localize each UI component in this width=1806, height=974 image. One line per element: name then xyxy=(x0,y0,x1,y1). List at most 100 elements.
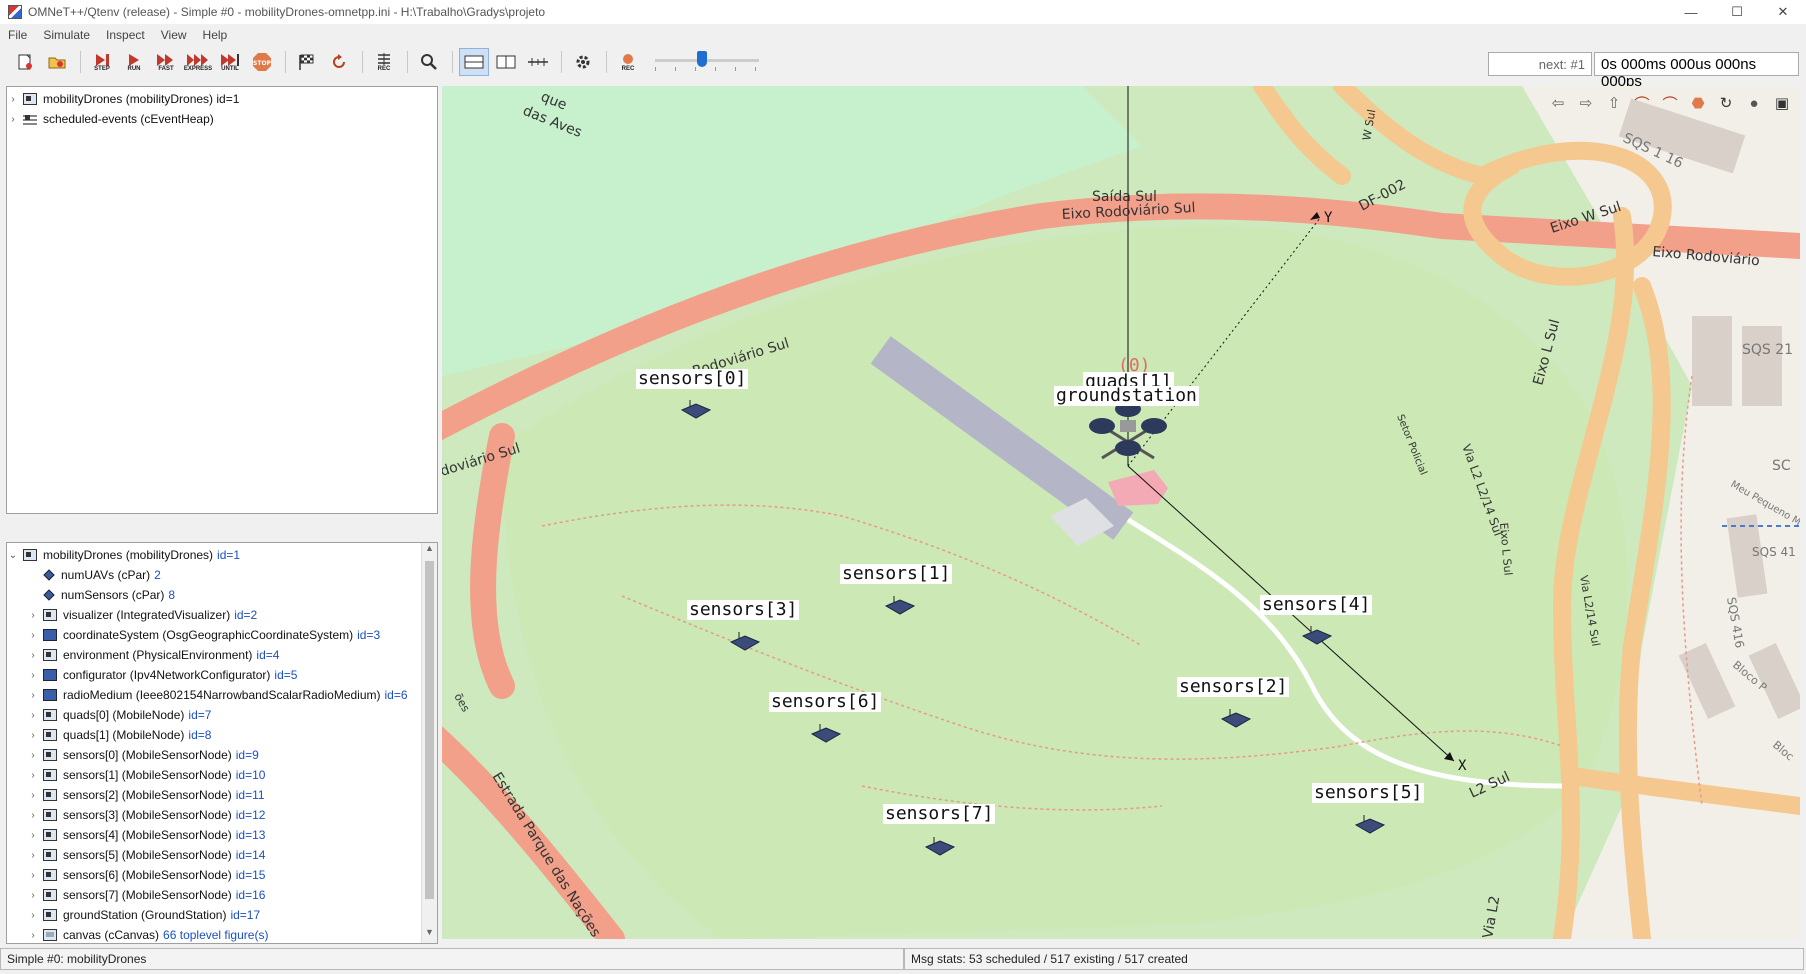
sensor-5-label[interactable]: sensors[5] xyxy=(1312,783,1425,803)
scroll-up-icon[interactable]: ▲ xyxy=(422,543,437,559)
sensor-node-icon[interactable] xyxy=(1352,813,1388,835)
globe-view-icon[interactable]: ● xyxy=(1740,92,1768,114)
step-button[interactable]: STEP xyxy=(87,48,117,76)
chevron-right-icon[interactable]: › xyxy=(27,650,39,661)
find-objects-button[interactable] xyxy=(414,48,444,76)
finish-simulation-button[interactable] xyxy=(292,48,322,76)
layout-horizontal-button[interactable] xyxy=(459,48,489,76)
event-recording-button[interactable]: REC xyxy=(369,48,399,76)
run-button[interactable]: RUN xyxy=(119,48,149,76)
sensor-2-label[interactable]: sensors[2] xyxy=(1177,677,1290,697)
forward-arrow-icon[interactable]: ⇨ xyxy=(1572,92,1600,114)
maximize-button[interactable]: ☐ xyxy=(1714,0,1760,24)
new-run-button[interactable] xyxy=(10,48,40,76)
inspector-row[interactable]: › sensors[3] (MobileSensorNode) id=12 xyxy=(7,805,419,825)
up-arrow-icon[interactable]: ⇧ xyxy=(1600,92,1628,114)
sensor-6-label[interactable]: sensors[6] xyxy=(769,692,882,712)
back-arrow-icon[interactable]: ⇦ xyxy=(1544,92,1572,114)
chevron-right-icon[interactable]: › xyxy=(27,610,39,621)
inspector-row[interactable]: › sensors[7] (MobileSensorNode) id=16 xyxy=(7,885,419,905)
chevron-right-icon[interactable]: › xyxy=(27,730,39,741)
zoom-in-icon[interactable]: ⌒ xyxy=(1628,92,1656,114)
animation-speed-slider[interactable] xyxy=(655,49,759,75)
inspector-row[interactable]: › groundStation (GroundStation) id=17 xyxy=(7,905,419,925)
chevron-right-icon[interactable]: › xyxy=(7,114,19,125)
fast-run-button[interactable]: FAST xyxy=(151,48,181,76)
groundstation-label[interactable]: groundstation xyxy=(1054,386,1199,406)
inspector-row[interactable]: › canvas (cCanvas) 66 toplevel figure(s) xyxy=(7,925,419,943)
tree-item-scheduled-events[interactable]: › scheduled-events (cEventHeap) xyxy=(7,109,437,129)
video-recording-button[interactable]: REC xyxy=(613,48,643,76)
menu-simulate[interactable]: Simulate xyxy=(35,26,98,46)
chevron-right-icon[interactable]: › xyxy=(27,870,39,881)
slider-thumb[interactable] xyxy=(696,51,707,67)
tree-item-mobilitydrones[interactable]: › mobilityDrones (mobilityDrones) id=1 xyxy=(7,89,437,109)
timeline-toggle-button[interactable] xyxy=(523,48,553,76)
inspector-row[interactable]: › sensors[5] (MobileSensorNode) id=14 xyxy=(7,845,419,865)
sensor-7-label[interactable]: sensors[7] xyxy=(883,804,996,824)
inspector-row[interactable]: › quads[1] (MobileNode) id=8 xyxy=(7,725,419,745)
menu-file[interactable]: File xyxy=(0,26,35,46)
menu-view[interactable]: View xyxy=(153,26,195,46)
sensor-3-label[interactable]: sensors[3] xyxy=(687,600,800,620)
inspector-row[interactable]: › sensors[4] (MobileSensorNode) id=13 xyxy=(7,825,419,845)
scrollbar-thumb[interactable] xyxy=(425,561,434,899)
inspector-row[interactable]: › configurator (Ipv4NetworkConfigurator) i… xyxy=(7,665,419,685)
chevron-right-icon[interactable]: › xyxy=(27,930,39,941)
sensor-node-icon[interactable] xyxy=(882,594,918,616)
inspector-row[interactable]: › coordinateSystem (OsgGeographicCoordina… xyxy=(7,625,419,645)
run-until-button[interactable]: UNTIL xyxy=(215,48,245,76)
chevron-right-icon[interactable]: › xyxy=(27,770,39,781)
sensor-node-icon[interactable] xyxy=(1218,707,1254,729)
sensor-1-label[interactable]: sensors[1] xyxy=(840,564,953,584)
chevron-right-icon[interactable]: › xyxy=(27,890,39,901)
inspector-row[interactable]: › quads[0] (MobileNode) id=7 xyxy=(7,705,419,725)
inspector-row[interactable]: numUAVs (cPar) 2 xyxy=(7,565,419,585)
chevron-right-icon[interactable]: › xyxy=(27,690,39,701)
layout-vertical-button[interactable] xyxy=(491,48,521,76)
module-view-icon[interactable]: ▣ xyxy=(1768,92,1796,114)
inspector-row[interactable]: › sensors[6] (MobileSensorNode) id=15 xyxy=(7,865,419,885)
menu-help[interactable]: Help xyxy=(195,26,236,46)
sensor-node-icon[interactable] xyxy=(1299,624,1335,646)
zoom-out-icon[interactable]: ⌒ xyxy=(1656,92,1684,114)
inspector-row[interactable]: › sensors[1] (MobileSensorNode) id=10 xyxy=(7,765,419,785)
network-canvas[interactable]: Eixo Rodoviário Sul Eixo Rodoviário Sul … xyxy=(442,86,1800,939)
sensor-0-label[interactable]: sensors[0] xyxy=(636,369,749,389)
sensor-node-icon[interactable] xyxy=(922,835,958,857)
minimize-button[interactable]: — xyxy=(1668,0,1714,24)
inspector-row[interactable]: numSensors (cPar) 8 xyxy=(7,585,419,605)
chevron-right-icon[interactable]: › xyxy=(27,810,39,821)
chevron-right-icon[interactable]: › xyxy=(27,670,39,681)
sensor-node-icon[interactable] xyxy=(727,630,763,652)
preferences-button[interactable] xyxy=(568,48,598,76)
inspector-row[interactable]: › sensors[2] (MobileSensorNode) id=11 xyxy=(7,785,419,805)
sensor-node-icon[interactable] xyxy=(808,722,844,744)
chevron-right-icon[interactable]: › xyxy=(27,830,39,841)
close-button[interactable]: ✕ xyxy=(1760,0,1806,24)
inspector-row[interactable]: ⌄ mobilityDrones (mobilityDrones) id=1 xyxy=(7,545,419,565)
stop-button[interactable]: STOP xyxy=(247,48,277,76)
sensor-4-label[interactable]: sensors[4] xyxy=(1260,595,1373,615)
express-run-button[interactable]: EXPRESS xyxy=(183,48,213,76)
inspector-row[interactable]: › sensors[0] (MobileSensorNode) id=9 xyxy=(7,745,419,765)
inspector-row[interactable]: › visualizer (IntegratedVisualizer) id=2 xyxy=(7,605,419,625)
load-ned-button[interactable] xyxy=(42,48,72,76)
rebuild-network-button[interactable] xyxy=(324,48,354,76)
redraw-icon[interactable]: ↻ xyxy=(1712,92,1740,114)
chevron-right-icon[interactable]: › xyxy=(27,790,39,801)
menu-inspect[interactable]: Inspect xyxy=(98,26,153,46)
inspector-scrollbar[interactable]: ▲ ▼ xyxy=(421,543,437,943)
chevron-right-icon[interactable]: › xyxy=(27,630,39,641)
stop-small-icon[interactable]: ⬣ xyxy=(1684,92,1712,114)
chevron-right-icon[interactable]: › xyxy=(27,710,39,721)
chevron-right-icon[interactable]: › xyxy=(27,910,39,921)
sensor-node-icon[interactable] xyxy=(678,398,714,420)
chevron-right-icon[interactable]: › xyxy=(27,750,39,761)
inspector-row[interactable]: › radioMedium (Ieee802154NarrowbandScalar… xyxy=(7,685,419,705)
chevron-right-icon[interactable]: › xyxy=(27,850,39,861)
inspector-row[interactable]: › environment (PhysicalEnvironment) id=4 xyxy=(7,645,419,665)
scroll-down-icon[interactable]: ▼ xyxy=(422,927,437,943)
chevron-down-icon[interactable]: ⌄ xyxy=(7,550,19,561)
chevron-right-icon[interactable]: › xyxy=(7,94,19,105)
